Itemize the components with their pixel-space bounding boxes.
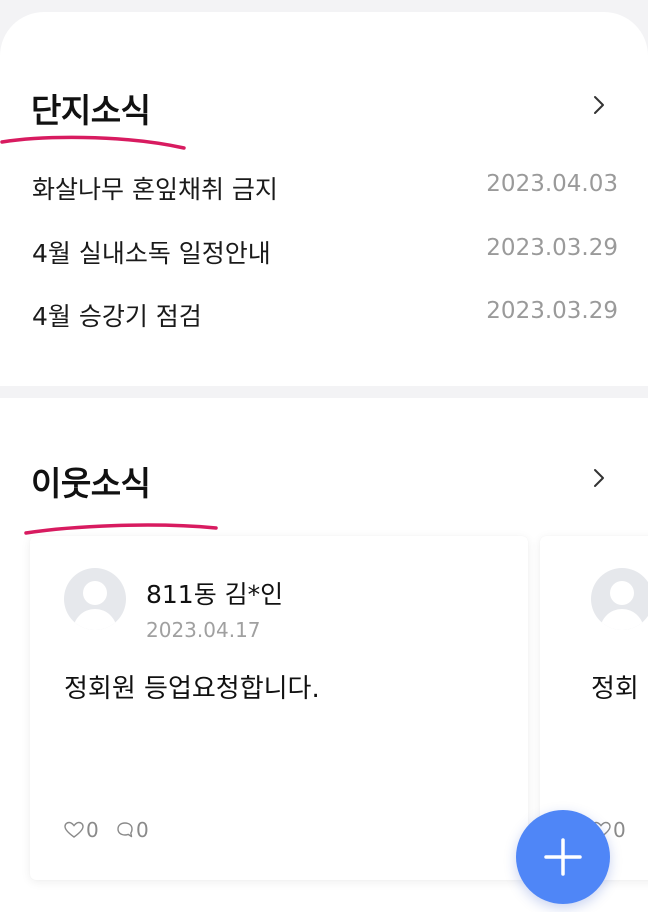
comment-icon — [117, 822, 133, 838]
neighbor-news-title: 이웃소식 — [31, 464, 151, 503]
user-avatar-icon — [64, 568, 126, 630]
complex-news-underline — [0, 135, 186, 150]
notice-date: 2023.03.29 — [486, 235, 618, 261]
add-post-button[interactable] — [516, 810, 610, 904]
complex-news-title: 단지소식 — [31, 91, 151, 130]
neighbor-news-underline — [24, 523, 218, 535]
neighbor-news-more-chevron-right-icon[interactable] — [588, 465, 610, 491]
post-text: 정회 — [591, 674, 639, 704]
notice-date: 2023.03.29 — [486, 298, 618, 324]
heart-icon — [64, 821, 84, 838]
notice-item[interactable]: 화살나무 혼잎채취 금지 2023.04.03 — [32, 170, 618, 210]
notice-title: 4월 실내소독 일정안내 — [32, 239, 271, 268]
like-count-value: 0 — [613, 818, 626, 842]
like-count-value: 0 — [86, 818, 99, 842]
complex-news-more-chevron-right-icon[interactable] — [588, 92, 610, 118]
notice-title: 화살나무 혼잎채취 금지 — [32, 175, 278, 204]
post-text: 정회원 등업요청합니다. — [64, 674, 320, 704]
post-author: 811동 김*인 — [146, 580, 284, 609]
notice-item[interactable]: 4월 승강기 점검 2023.03.29 — [32, 297, 618, 337]
plus-icon — [544, 838, 582, 876]
comment-count-value: 0 — [136, 818, 149, 842]
post-date: 2023.04.17 — [146, 618, 261, 642]
notice-item[interactable]: 4월 실내소독 일정안내 2023.03.29 — [32, 234, 618, 274]
notice-date: 2023.04.03 — [486, 171, 618, 197]
user-avatar-icon — [591, 568, 648, 630]
notice-title: 4월 승강기 점검 — [32, 302, 202, 331]
comment-count[interactable]: 0 — [116, 818, 149, 842]
like-count[interactable]: 0 — [64, 818, 99, 842]
